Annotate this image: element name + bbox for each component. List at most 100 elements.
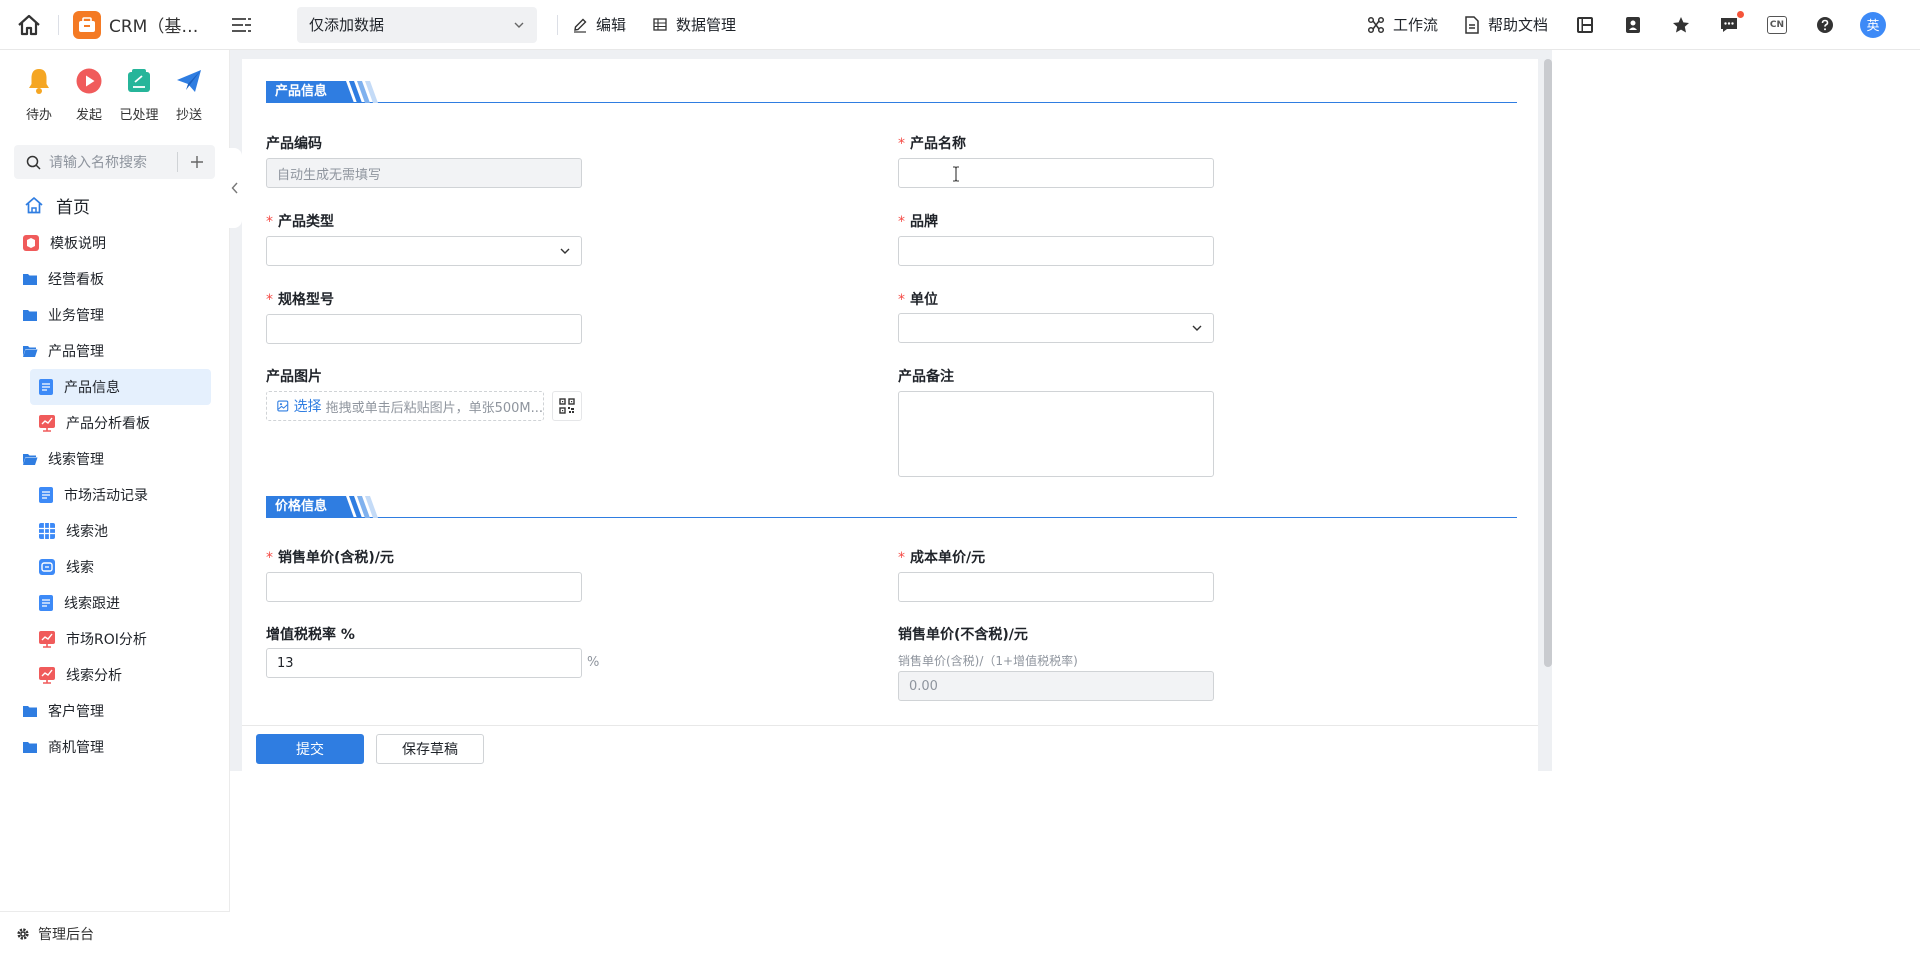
admin-backend-link[interactable]: 管理后台 bbox=[0, 911, 230, 955]
sidebar-item-label: 经营看板 bbox=[48, 272, 104, 288]
app-logo-icon bbox=[73, 10, 101, 39]
sidebar-item-label: 模板说明 bbox=[50, 236, 106, 252]
section-title: 价格信息 bbox=[266, 496, 338, 518]
save-draft-button[interactable]: 保存草稿 bbox=[376, 733, 484, 764]
admin-backend-label: 管理后台 bbox=[38, 926, 94, 943]
image-pick-link[interactable]: 选择 bbox=[294, 396, 322, 416]
view-select-value: 仅添加数据 bbox=[309, 16, 385, 34]
edit-button[interactable]: 编辑 bbox=[572, 14, 626, 35]
edit-icon bbox=[574, 18, 587, 33]
spec-label: * 规格型号 bbox=[266, 292, 334, 308]
avatar[interactable]: 英 bbox=[1860, 11, 1886, 38]
remark-textarea[interactable] bbox=[898, 391, 1214, 477]
sidebar-item-home[interactable]: 首页 bbox=[0, 185, 229, 225]
qr-code-icon[interactable] bbox=[552, 391, 582, 421]
document-icon bbox=[1465, 15, 1479, 34]
product-name-field[interactable] bbox=[898, 158, 1214, 188]
sidebar-item-1[interactable]: 经营看板 bbox=[0, 261, 229, 297]
sale-price-notax-field: 0.00 bbox=[898, 671, 1214, 701]
cost-price-field[interactable] bbox=[898, 572, 1214, 602]
form-icon bbox=[38, 378, 54, 396]
sidebar-nav: 首页 模板说明 经营看板 业务管理 产品管理 产品信息 产品分析看板 线索管理 市场活动记录线… bbox=[0, 185, 229, 765]
right-gutter bbox=[1552, 50, 1920, 955]
sidebar-collapse-toggle[interactable] bbox=[228, 148, 242, 228]
sidebar-item-6[interactable]: 线索管理 bbox=[0, 441, 229, 477]
image-label: 产品图片 bbox=[266, 369, 322, 385]
folder-icon bbox=[22, 272, 38, 286]
sidebar-item-label: 线索分析 bbox=[66, 668, 122, 684]
chevron-down-icon bbox=[1192, 325, 1202, 331]
sidebar-item-0[interactable]: 模板说明 bbox=[0, 225, 229, 261]
image-upload[interactable]: 选择 拖拽或单击后粘贴图片，单张500M... bbox=[266, 391, 544, 421]
quick-start[interactable]: 发起 bbox=[64, 66, 114, 123]
report-icon bbox=[38, 414, 56, 432]
layout-icon[interactable] bbox=[1574, 14, 1596, 36]
sidebar-item-13[interactable]: 客户管理 bbox=[0, 693, 229, 729]
sidebar-item-label: 产品管理 bbox=[48, 344, 104, 360]
search-icon bbox=[26, 155, 41, 170]
submit-button[interactable]: 提交 bbox=[256, 733, 364, 764]
cost-price-label: * 成本单价/元 bbox=[898, 550, 986, 566]
help-icon[interactable] bbox=[1814, 14, 1836, 36]
workflow-icon bbox=[1367, 16, 1385, 33]
quick-todo[interactable]: 待办 bbox=[14, 66, 64, 123]
view-select[interactable]: 仅添加数据 bbox=[297, 6, 537, 43]
sidebar-item-7[interactable]: 市场活动记录 bbox=[30, 477, 211, 513]
section-title: 产品信息 bbox=[266, 81, 338, 103]
contacts-icon[interactable] bbox=[1622, 14, 1644, 36]
sidebar-item-2[interactable]: 业务管理 bbox=[0, 297, 229, 333]
sidebar-item-label: 线索管理 bbox=[48, 452, 104, 468]
sidebar-item-5[interactable]: 产品分析看板 bbox=[30, 405, 211, 441]
unit-select[interactable] bbox=[898, 313, 1214, 343]
quick-cc[interactable]: 抄送 bbox=[164, 66, 214, 123]
sale-price-notax-label: 销售单价(不含税)/元 bbox=[898, 627, 1028, 643]
play-icon bbox=[74, 66, 104, 96]
vat-rate-field[interactable]: 13 bbox=[266, 648, 582, 678]
help-doc-button[interactable]: 帮助文档 bbox=[1464, 14, 1548, 35]
spec-field[interactable] bbox=[266, 314, 582, 344]
sale-price-tax-field[interactable] bbox=[266, 572, 582, 602]
sale-price-tax-label: * 销售单价(含税)/元 bbox=[266, 550, 394, 566]
folder-icon bbox=[22, 704, 38, 718]
product-name-label: * 产品名称 bbox=[898, 136, 966, 152]
lead-icon bbox=[38, 558, 56, 576]
sidebar-item-11[interactable]: 市场ROI分析 bbox=[30, 621, 211, 657]
quick-done[interactable]: 已处理 bbox=[114, 66, 164, 123]
product-code-label: 产品编码 bbox=[266, 136, 322, 152]
sidebar-item-label: 商机管理 bbox=[48, 740, 104, 756]
chevron-left-icon bbox=[231, 182, 238, 194]
done-icon bbox=[124, 66, 154, 96]
sidebar-item-4[interactable]: 产品信息 bbox=[30, 369, 211, 405]
sidebar-item-12[interactable]: 线索分析 bbox=[30, 657, 211, 693]
sidebar-item-8[interactable]: 线索池 bbox=[30, 513, 211, 549]
language-icon[interactable]: CN bbox=[1766, 14, 1788, 36]
report-icon bbox=[38, 630, 56, 648]
message-icon[interactable] bbox=[1718, 10, 1744, 36]
brand-field[interactable] bbox=[898, 236, 1214, 266]
sidebar-item-label: 产品分析看板 bbox=[66, 416, 150, 432]
workflow-button[interactable]: 工作流 bbox=[1367, 14, 1438, 35]
percent-suffix: % bbox=[587, 655, 600, 670]
image-icon bbox=[277, 400, 289, 412]
home-icon[interactable] bbox=[0, 0, 58, 50]
folder-icon bbox=[22, 740, 38, 754]
product-type-select[interactable] bbox=[266, 236, 582, 266]
star-icon[interactable] bbox=[1670, 14, 1692, 36]
quick-todo-label: 待办 bbox=[25, 108, 52, 123]
sidebar-search[interactable]: 请输入名称搜索 bbox=[14, 145, 215, 179]
image-upload-hint: 拖拽或单击后粘贴图片，单张500M... bbox=[325, 400, 543, 416]
data-manage-button[interactable]: 数据管理 bbox=[652, 14, 736, 35]
scrollbar[interactable] bbox=[1544, 59, 1552, 667]
sidebar-item-9[interactable]: 线索 bbox=[30, 549, 211, 585]
sidebar-item-3[interactable]: 产品管理 bbox=[0, 333, 229, 369]
gear-icon bbox=[17, 927, 29, 940]
sidebar-item-10[interactable]: 线索跟进 bbox=[30, 585, 211, 621]
form-container: 产品信息 产品编码 自动生成无需填写 * 产品名称 * 产品类型 * 品牌 * 规格型号… bbox=[242, 59, 1538, 955]
template-icon bbox=[22, 234, 40, 252]
sidebar-item-14[interactable]: 商机管理 bbox=[0, 729, 229, 765]
menu-collapse-icon[interactable] bbox=[231, 14, 253, 36]
form-icon bbox=[38, 594, 54, 612]
product-code-field: 自动生成无需填写 bbox=[266, 158, 582, 188]
sidebar-item-label: 客户管理 bbox=[48, 704, 104, 720]
add-icon[interactable] bbox=[177, 152, 215, 172]
